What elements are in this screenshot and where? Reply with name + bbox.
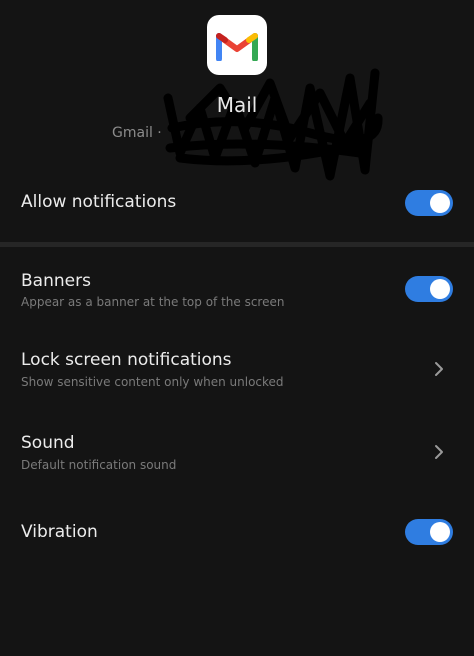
banners-row[interactable]: Banners Appear as a banner at the top of… [0, 270, 474, 314]
toggle-knob [430, 193, 450, 213]
banners-description: Appear as a banner at the top of the scr… [21, 295, 285, 309]
app-name: Mail [216, 93, 258, 117]
lock-screen-notifications-description: Show sensitive content only when unlocke… [21, 375, 284, 389]
chevron-right-icon [435, 362, 443, 376]
section-divider [0, 242, 474, 247]
lock-screen-notifications-label: Lock screen notifications [21, 350, 232, 370]
account-label: Gmail · [112, 125, 162, 141]
redaction-scribble [163, 68, 383, 181]
lock-screen-notifications-row[interactable]: Lock screen notifications Show sensitive… [0, 349, 474, 393]
sound-label: Sound [21, 433, 75, 453]
gmail-logo-icon [216, 33, 258, 61]
banners-toggle[interactable] [405, 276, 453, 302]
toggle-knob [430, 279, 450, 299]
vibration-label: Vibration [21, 522, 98, 542]
allow-notifications-label: Allow notifications [21, 192, 177, 212]
chevron-right-icon [435, 445, 443, 459]
toggle-knob [430, 522, 450, 542]
sound-description: Default notification sound [21, 458, 177, 472]
banners-label: Banners [21, 271, 91, 291]
vibration-row[interactable]: Vibration [0, 516, 474, 552]
sound-row[interactable]: Sound Default notification sound [0, 432, 474, 476]
allow-notifications-row[interactable]: Allow notifications [0, 186, 474, 222]
allow-notifications-toggle[interactable] [405, 190, 453, 216]
vibration-toggle[interactable] [405, 519, 453, 545]
